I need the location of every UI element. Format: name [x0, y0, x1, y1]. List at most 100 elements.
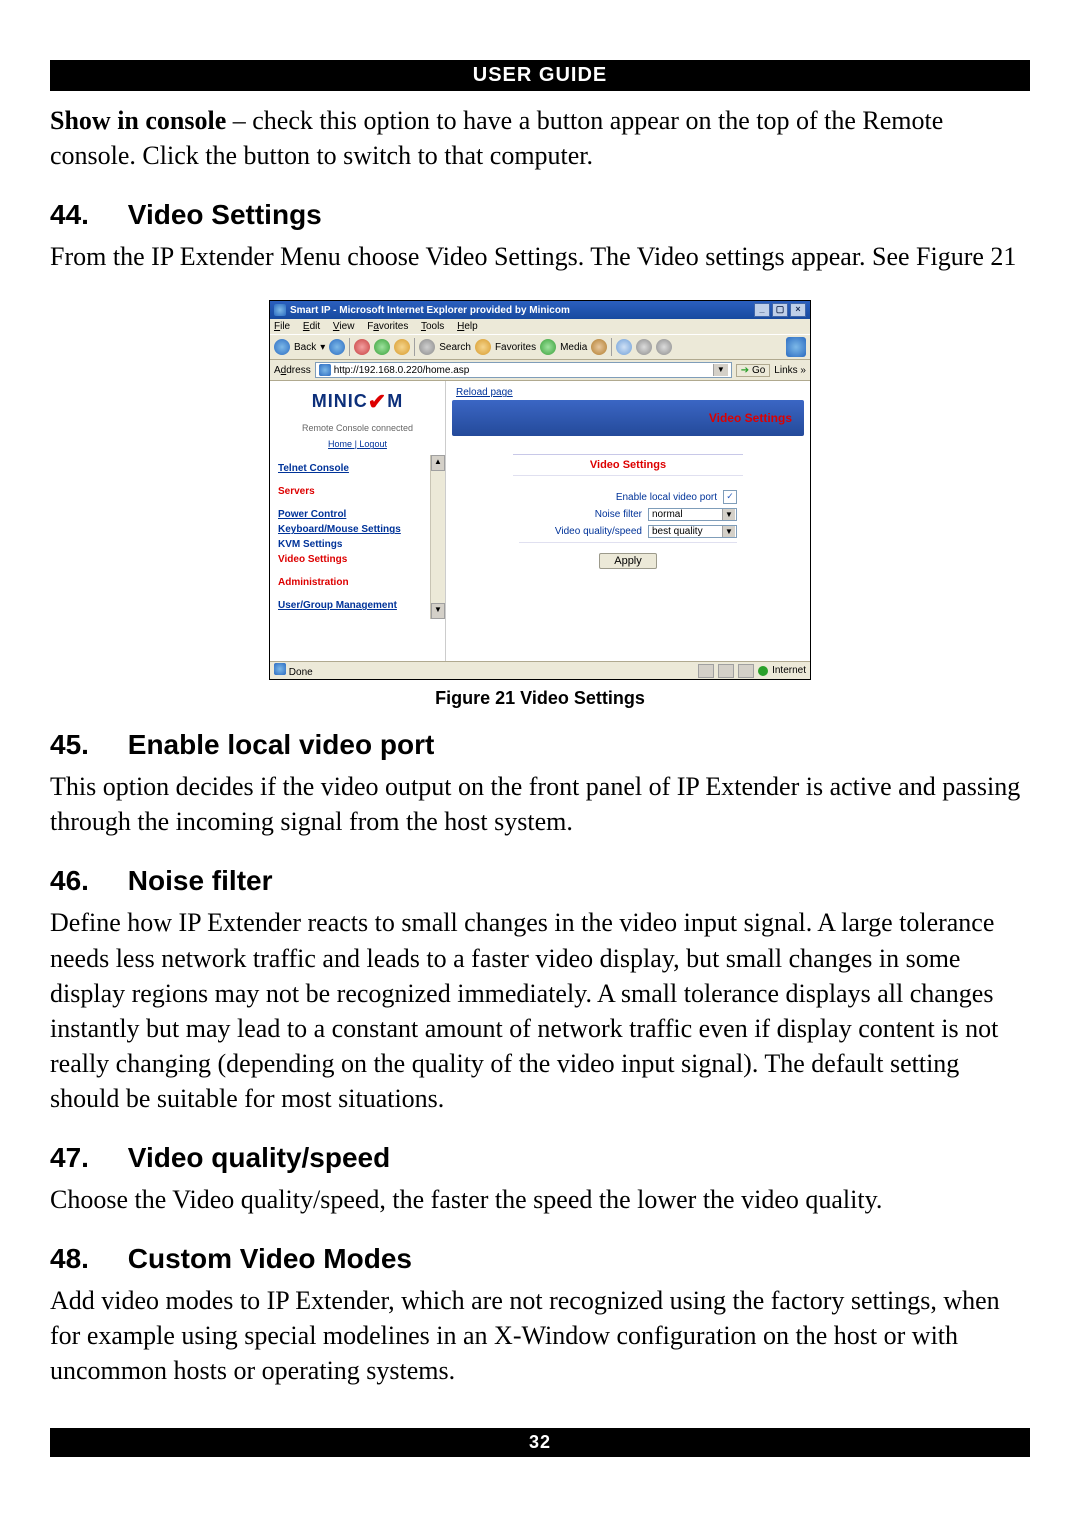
favorites-label[interactable]: Favorites: [495, 342, 536, 353]
home-link[interactable]: Home: [328, 439, 352, 449]
body-48: Add video modes to IP Extender, which ar…: [50, 1283, 1030, 1388]
sidebar-item-kbmouse[interactable]: Keyboard/Mouse Settings: [278, 522, 441, 537]
forward-icon[interactable]: [329, 339, 345, 355]
body-44: From the IP Extender Menu choose Video S…: [50, 239, 1030, 274]
status-left-text: Done: [289, 667, 313, 678]
heading-46-num: 46.: [50, 865, 120, 897]
address-label: Address: [274, 365, 311, 376]
ie-window: Smart IP - Microsoft Internet Explorer p…: [269, 300, 811, 680]
back-label[interactable]: Back: [294, 342, 316, 353]
status-page-icon: [274, 663, 286, 675]
ie-title-text: Smart IP - Microsoft Internet Explorer p…: [290, 305, 570, 316]
noise-filter-label: Noise filter: [519, 509, 642, 520]
panel-title: Video Settings: [513, 454, 743, 476]
status-box-1: [698, 664, 714, 678]
status-box-3: [738, 664, 754, 678]
menu-favorites[interactable]: Favorites: [367, 321, 408, 332]
sidebar-scrollbar[interactable]: ▲ ▼: [430, 455, 445, 619]
heading-44-title: Video Settings: [128, 199, 322, 230]
video-quality-label: Video quality/speed: [519, 526, 642, 537]
scroll-up-icon[interactable]: ▲: [431, 455, 445, 471]
favorites-icon[interactable]: [475, 339, 491, 355]
heading-48: 48. Custom Video Modes: [50, 1243, 1030, 1275]
menu-file[interactable]: File: [274, 321, 290, 332]
heading-46-title: Noise filter: [128, 865, 273, 896]
apply-button[interactable]: Apply: [599, 553, 657, 569]
back-dropdown-icon[interactable]: ▾: [320, 342, 325, 353]
footer-bar: 32: [50, 1428, 1030, 1457]
main-area: Reload page Video Settings Video Setting…: [446, 381, 810, 661]
edit-icon[interactable]: [656, 339, 672, 355]
logo-text-a: MINIC: [312, 391, 368, 411]
heading-46: 46. Noise filter: [50, 865, 1030, 897]
menu-tools[interactable]: Tools: [421, 321, 444, 332]
intro-paragraph: Show in console – check this option to h…: [50, 103, 1030, 173]
status-box-2: [718, 664, 734, 678]
sidebar-item-telnet[interactable]: Telnet Console: [278, 461, 441, 476]
toolbar-sep-3: [611, 338, 612, 356]
maximize-button[interactable]: ▢: [772, 303, 788, 317]
stop-icon[interactable]: [354, 339, 370, 355]
logout-link[interactable]: Logout: [359, 439, 387, 449]
heading-47: 47. Video quality/speed: [50, 1142, 1030, 1174]
sidebar-item-servers[interactable]: Servers: [278, 484, 441, 499]
enable-local-video-checkbox[interactable]: ✓: [723, 490, 737, 504]
go-button[interactable]: ➔ Go: [736, 364, 771, 377]
menu-edit[interactable]: Edit: [303, 321, 320, 332]
media-label[interactable]: Media: [560, 342, 587, 353]
logo: MINIC✔M: [276, 389, 439, 415]
header-bar: USER GUIDE: [50, 60, 1030, 91]
home-icon[interactable]: [394, 339, 410, 355]
toolbar-sep-2: [414, 338, 415, 356]
main-banner: Video Settings: [452, 400, 804, 436]
heading-47-title: Video quality/speed: [128, 1142, 390, 1173]
ie-titlebar: Smart IP - Microsoft Internet Explorer p…: [270, 301, 810, 319]
ie-app-icon: [274, 304, 286, 316]
search-label[interactable]: Search: [439, 342, 471, 353]
page-number: 32: [529, 1432, 551, 1452]
address-input[interactable]: http://192.168.0.220/home.asp ▼: [315, 362, 732, 378]
page-icon: [319, 364, 331, 376]
mail-icon[interactable]: [616, 339, 632, 355]
history-icon[interactable]: [591, 339, 607, 355]
sidebar-item-kvm[interactable]: KVM Settings: [278, 537, 441, 552]
media-icon[interactable]: [540, 339, 556, 355]
address-dropdown-icon[interactable]: ▼: [713, 364, 728, 376]
banner-title: Video Settings: [709, 411, 792, 425]
sidebar-item-power[interactable]: Power Control: [278, 507, 441, 522]
print-icon[interactable]: [636, 339, 652, 355]
menu-view[interactable]: View: [333, 321, 355, 332]
search-icon[interactable]: [419, 339, 435, 355]
sidebar-item-admin[interactable]: Administration: [278, 575, 441, 590]
scroll-down-icon[interactable]: ▼: [431, 603, 445, 619]
enable-local-video-label: Enable local video port: [519, 492, 717, 503]
ie-menubar: File Edit View Favorites Tools Help: [270, 319, 810, 334]
sidebar: MINIC✔M Remote Console connected Home | …: [270, 381, 446, 661]
body-45: This option decides if the video output …: [50, 769, 1030, 839]
sidebar-item-usergroup[interactable]: User/Group Management: [278, 598, 441, 613]
noise-filter-select[interactable]: normal: [648, 508, 737, 521]
sidebar-item-video[interactable]: Video Settings: [278, 552, 441, 567]
video-quality-select[interactable]: best quality: [648, 525, 737, 538]
body-47: Choose the Video quality/speed, the fast…: [50, 1182, 1030, 1217]
address-url: http://192.168.0.220/home.asp: [334, 365, 470, 376]
close-button[interactable]: ×: [790, 303, 806, 317]
figure-21: Smart IP - Microsoft Internet Explorer p…: [50, 300, 1030, 709]
body-46: Define how IP Extender reacts to small c…: [50, 905, 1030, 1116]
back-icon[interactable]: [274, 339, 290, 355]
heading-47-num: 47.: [50, 1142, 120, 1174]
figure-caption: Figure 21 Video Settings: [50, 688, 1030, 709]
links-label[interactable]: Links »: [774, 365, 806, 376]
logo-text-b: M: [387, 391, 403, 411]
ie-content: MINIC✔M Remote Console connected Home | …: [270, 381, 810, 661]
ie-throbber-icon: [786, 337, 806, 357]
refresh-icon[interactable]: [374, 339, 390, 355]
console-status: Remote Console connected: [276, 423, 439, 433]
status-right-text: Internet: [772, 665, 806, 676]
menu-help[interactable]: Help: [457, 321, 478, 332]
go-label: Go: [752, 365, 765, 376]
reload-link[interactable]: Reload page: [446, 381, 810, 400]
internet-zone-icon: [758, 666, 768, 676]
minimize-button[interactable]: _: [754, 303, 770, 317]
ie-statusbar: Done Internet: [270, 661, 810, 679]
